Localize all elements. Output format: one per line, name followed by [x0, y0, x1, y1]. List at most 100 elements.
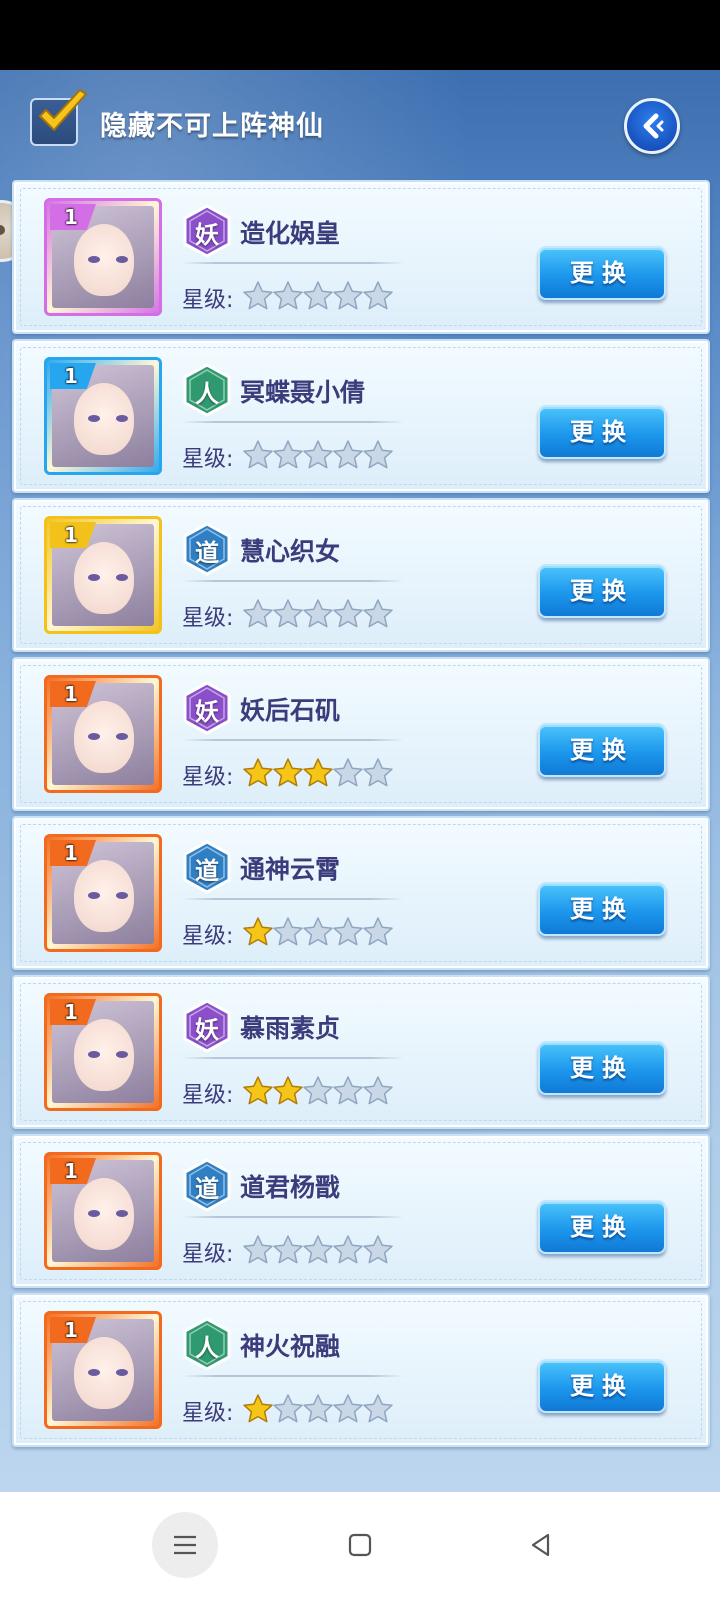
star-empty-icon [303, 1235, 333, 1264]
level-number: 1 [64, 523, 78, 547]
star-level-label: 星级: [182, 1401, 234, 1426]
header: 隐藏不可上阵神仙 [0, 70, 720, 180]
hero-card[interactable]: 1 道 慧心织女 星级: 更换 [12, 498, 710, 652]
square-icon [348, 1533, 372, 1557]
star-empty-icon [333, 1394, 363, 1423]
faction-badge: 人 [182, 1317, 232, 1371]
faction-badge: 人 [182, 363, 232, 417]
swap-button[interactable]: 更换 [538, 882, 666, 936]
divider [182, 1057, 404, 1059]
star-empty-icon [363, 1394, 393, 1423]
swap-button-label: 更换 [570, 1213, 634, 1241]
star-empty-icon [273, 917, 303, 946]
star-empty-icon [243, 599, 273, 628]
star-rating [242, 757, 402, 789]
star-empty-icon [273, 599, 303, 628]
star-empty-icon [273, 440, 303, 469]
star-empty-icon [363, 758, 393, 787]
divider [182, 739, 404, 741]
hero-card[interactable]: 1 妖 造化娲皇 星级: 更换 [12, 180, 710, 334]
star-level-label: 星级: [182, 924, 234, 949]
hero-card[interactable]: 1 人 冥蝶聂小倩 星级: 更换 [12, 339, 710, 493]
star-empty-icon [303, 1076, 333, 1105]
swap-button[interactable]: 更换 [538, 1041, 666, 1095]
star-rating [242, 439, 402, 471]
hide-unavailable-label: 隐藏不可上阵神仙 [100, 111, 324, 142]
star-rating [242, 916, 402, 948]
hero-card[interactable]: 1 道 通神云霄 星级: 更换 [12, 816, 710, 970]
faction-label: 道 [195, 857, 219, 885]
back-button[interactable] [624, 98, 680, 154]
level-number: 1 [64, 1318, 78, 1342]
swap-button[interactable]: 更换 [538, 1359, 666, 1413]
menu-icon [174, 1535, 196, 1555]
star-empty-icon [363, 1235, 393, 1264]
star-empty-icon [333, 281, 363, 310]
hero-portrait[interactable]: 1 [44, 993, 162, 1111]
swap-button[interactable]: 更换 [538, 564, 666, 618]
hero-name: 通神云霄 [240, 855, 341, 884]
hero-portrait[interactable]: 1 [44, 516, 162, 634]
faction-badge: 道 [182, 1158, 232, 1212]
nav-back-button[interactable] [508, 1512, 574, 1578]
star-empty-icon [303, 599, 333, 628]
star-empty-icon [363, 440, 393, 469]
star-empty-icon [333, 1076, 363, 1105]
hero-name: 造化娲皇 [240, 219, 341, 248]
swap-button-label: 更换 [570, 895, 634, 923]
game-area: 隐藏不可上阵神仙 1 妖 造化娲皇 星级: 更换 1 人 冥蝶聂小倩 星级: 更… [0, 70, 720, 1492]
level-number: 1 [64, 205, 78, 229]
level-number: 1 [64, 1000, 78, 1024]
hero-name: 慧心织女 [240, 537, 341, 566]
swap-button-label: 更换 [570, 259, 634, 287]
hero-card[interactable]: 1 妖 慕雨素贞 星级: 更换 [12, 975, 710, 1129]
divider [182, 1216, 404, 1218]
star-empty-icon [303, 917, 333, 946]
hero-portrait[interactable]: 1 [44, 675, 162, 793]
hero-card[interactable]: 1 人 神火祝融 星级: 更换 [12, 1293, 710, 1447]
hide-unavailable-checkbox[interactable] [30, 89, 87, 146]
star-empty-icon [303, 440, 333, 469]
checkmark-icon [39, 89, 87, 131]
star-empty-icon [273, 1235, 303, 1264]
star-filled-icon [243, 758, 273, 787]
swap-button-label: 更换 [570, 577, 634, 605]
swap-button-label: 更换 [570, 1372, 634, 1400]
star-rating [242, 1234, 402, 1266]
swap-button-label: 更换 [570, 418, 634, 446]
star-rating [242, 1393, 402, 1425]
hero-portrait[interactable]: 1 [44, 198, 162, 316]
star-filled-icon [273, 758, 303, 787]
faction-label: 人 [195, 380, 219, 408]
star-filled-icon [303, 758, 333, 787]
faction-badge: 道 [182, 522, 232, 576]
hero-card[interactable]: 1 妖 妖后石矶 星级: 更换 [12, 657, 710, 811]
faction-badge: 妖 [182, 999, 232, 1053]
nav-home-button[interactable] [327, 1512, 393, 1578]
level-number: 1 [64, 364, 78, 388]
star-rating [242, 280, 402, 312]
hero-portrait[interactable]: 1 [44, 834, 162, 952]
hero-portrait[interactable]: 1 [44, 357, 162, 475]
star-level-label: 星级: [182, 1242, 234, 1267]
star-empty-icon [333, 758, 363, 787]
hero-portrait[interactable]: 1 [44, 1152, 162, 1270]
hero-portrait[interactable]: 1 [44, 1311, 162, 1429]
triangle-back-icon [531, 1533, 550, 1557]
swap-button[interactable]: 更换 [538, 1200, 666, 1254]
swap-button[interactable]: 更换 [538, 405, 666, 459]
star-empty-icon [303, 1394, 333, 1423]
nav-menu-button[interactable] [152, 1512, 218, 1578]
star-filled-icon [243, 917, 273, 946]
star-empty-icon [363, 281, 393, 310]
faction-label: 妖 [195, 698, 219, 726]
hero-name: 妖后石矶 [240, 696, 341, 725]
swap-button[interactable]: 更换 [538, 246, 666, 300]
star-level-label: 星级: [182, 288, 234, 313]
hero-name: 神火祝融 [240, 1332, 341, 1361]
star-level-label: 星级: [182, 606, 234, 631]
swap-button[interactable]: 更换 [538, 723, 666, 777]
faction-badge: 妖 [182, 204, 232, 258]
star-filled-icon [273, 1076, 303, 1105]
hero-card[interactable]: 1 道 道君杨戬 星级: 更换 [12, 1134, 710, 1288]
